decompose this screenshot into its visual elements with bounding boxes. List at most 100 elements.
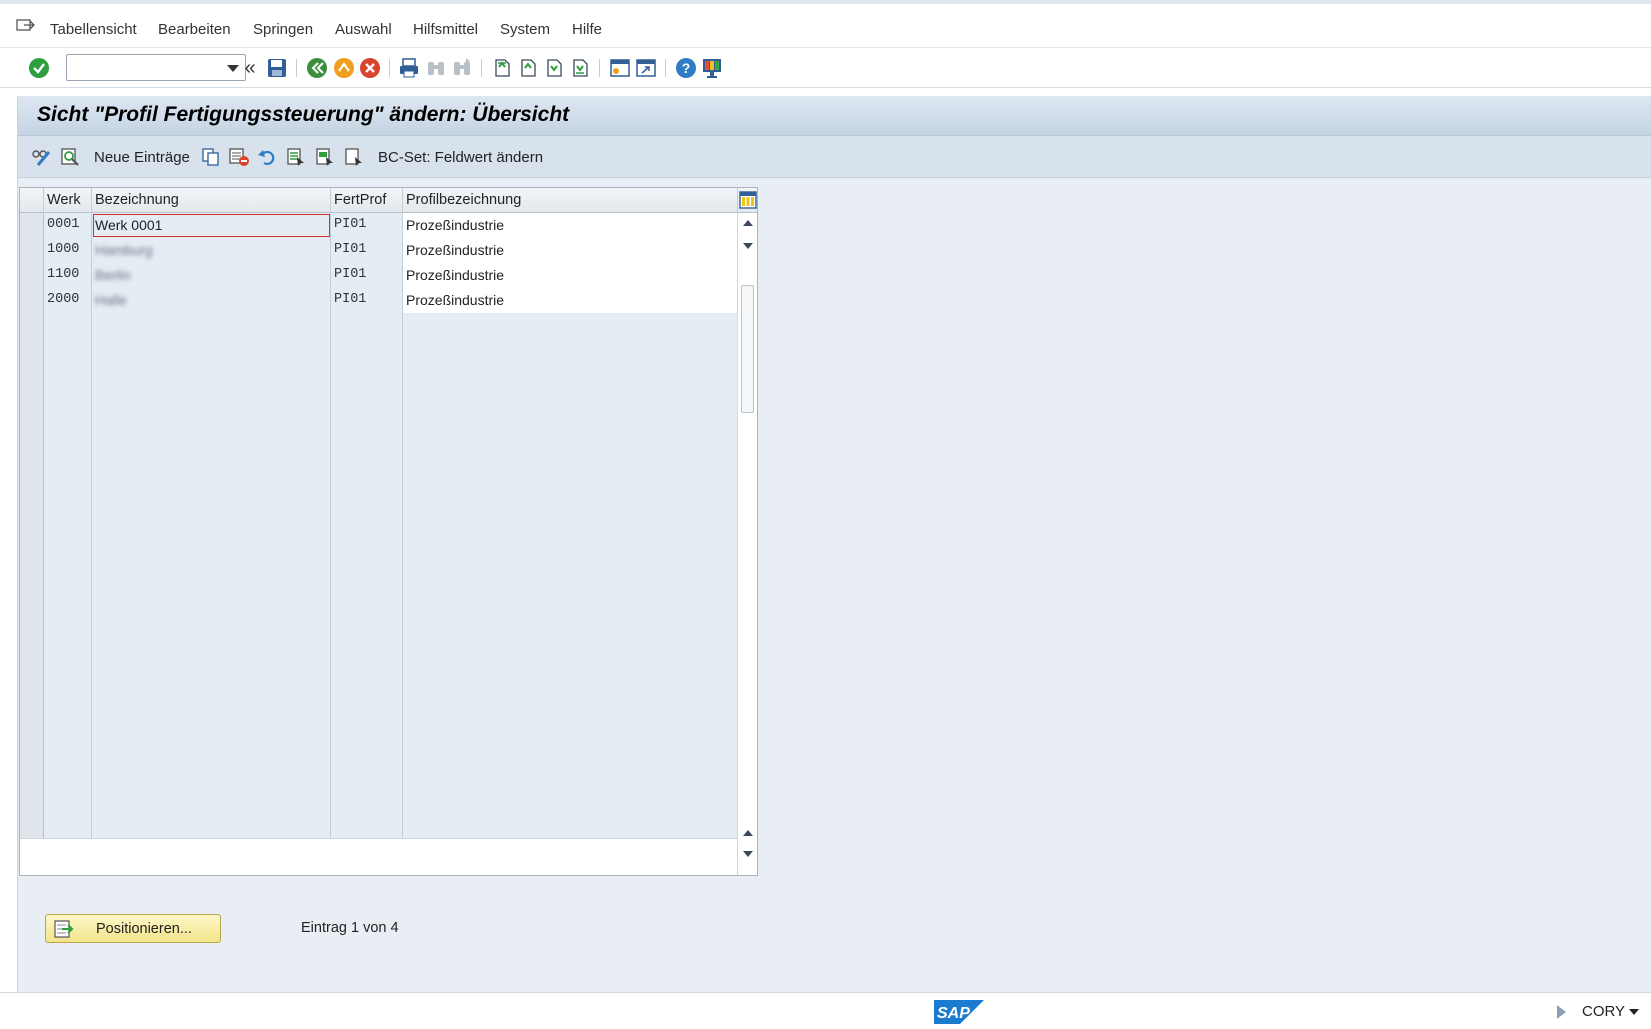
row-selector[interactable] bbox=[20, 513, 44, 539]
menu-tabellensicht[interactable]: Tabellensicht bbox=[50, 21, 137, 38]
system-name[interactable]: CORY bbox=[1582, 1003, 1625, 1020]
cell-bezeichnung[interactable] bbox=[92, 388, 331, 414]
menu-toggle-icon[interactable] bbox=[16, 18, 36, 34]
select-block-icon[interactable] bbox=[314, 146, 336, 168]
cell-fertprof[interactable] bbox=[331, 813, 403, 839]
cell-profilbezeichnung[interactable]: Prozeßindustrie bbox=[403, 288, 738, 314]
cell-fertprof[interactable] bbox=[331, 588, 403, 614]
cell-fertprof[interactable]: PI01 bbox=[331, 263, 403, 289]
cell-profilbezeichnung[interactable] bbox=[403, 438, 738, 464]
status-expand-icon[interactable] bbox=[1557, 1005, 1566, 1019]
cell-fertprof[interactable] bbox=[331, 713, 403, 739]
cell-bezeichnung[interactable] bbox=[92, 638, 331, 664]
cell-profilbezeichnung[interactable] bbox=[403, 688, 738, 714]
row-selector[interactable] bbox=[20, 338, 44, 364]
cell-fertprof[interactable] bbox=[331, 613, 403, 639]
row-selector[interactable] bbox=[20, 388, 44, 414]
new-entries-button[interactable]: Neue Einträge bbox=[94, 149, 190, 166]
table-row[interactable]: 0001 Werk 0001 PI01 Prozeßindustrie bbox=[20, 213, 738, 239]
row-selector[interactable] bbox=[20, 313, 44, 339]
cell-profilbezeichnung[interactable] bbox=[403, 313, 738, 339]
row-selector[interactable] bbox=[20, 688, 44, 714]
cell-profilbezeichnung[interactable] bbox=[403, 563, 738, 589]
cell-profilbezeichnung[interactable] bbox=[403, 463, 738, 489]
table-row[interactable]: 1000 Hamburg PI01 Prozeßindustrie bbox=[20, 238, 738, 264]
column-header-profilbezeichnung[interactable]: Profilbezeichnung bbox=[403, 188, 738, 213]
next-page-icon[interactable] bbox=[542, 56, 566, 80]
cell-bezeichnung[interactable] bbox=[92, 363, 331, 389]
cell-bezeichnung[interactable] bbox=[92, 463, 331, 489]
empty-table-row[interactable] bbox=[20, 538, 738, 564]
cell-profilbezeichnung[interactable] bbox=[403, 513, 738, 539]
menu-auswahl[interactable]: Auswahl bbox=[335, 21, 392, 38]
menu-bearbeiten[interactable]: Bearbeiten bbox=[158, 21, 231, 38]
menu-system[interactable]: System bbox=[500, 21, 550, 38]
bcset-change-field-value-button[interactable]: BC-Set: Feldwert ändern bbox=[378, 149, 543, 166]
cell-fertprof[interactable]: PI01 bbox=[331, 213, 403, 239]
row-selector[interactable] bbox=[20, 413, 44, 439]
shortcut-icon[interactable] bbox=[634, 56, 658, 80]
cell-profilbezeichnung[interactable] bbox=[403, 738, 738, 764]
cell-profilbezeichnung[interactable] bbox=[403, 388, 738, 414]
cell-fertprof[interactable] bbox=[331, 763, 403, 789]
system-dropdown-icon[interactable] bbox=[1629, 1009, 1639, 1015]
previous-page-icon[interactable] bbox=[516, 56, 540, 80]
double-chevron-left-icon[interactable]: « bbox=[238, 56, 262, 80]
empty-table-row[interactable] bbox=[20, 638, 738, 664]
row-selector[interactable] bbox=[20, 538, 44, 564]
cell-bezeichnung[interactable] bbox=[92, 588, 331, 614]
cell-profilbezeichnung[interactable]: Prozeßindustrie bbox=[403, 213, 738, 239]
cell-fertprof[interactable] bbox=[331, 388, 403, 414]
position-button[interactable]: Positionieren... bbox=[45, 914, 221, 943]
scroll-up-icon[interactable] bbox=[743, 220, 753, 226]
cell-profilbezeichnung[interactable]: Prozeßindustrie bbox=[403, 263, 738, 289]
cell-profilbezeichnung[interactable] bbox=[403, 413, 738, 439]
empty-table-row[interactable] bbox=[20, 463, 738, 489]
select-all-rows-header[interactable] bbox=[20, 188, 44, 213]
row-selector[interactable] bbox=[20, 788, 44, 814]
cell-fertprof[interactable] bbox=[331, 688, 403, 714]
cell-profilbezeichnung[interactable] bbox=[403, 713, 738, 739]
row-selector[interactable] bbox=[20, 263, 44, 289]
cancel-icon[interactable] bbox=[358, 56, 382, 80]
empty-table-row[interactable] bbox=[20, 738, 738, 764]
table-row[interactable]: 1100 Berlin PI01 Prozeßindustrie bbox=[20, 263, 738, 289]
empty-table-row[interactable] bbox=[20, 588, 738, 614]
cell-profilbezeichnung[interactable] bbox=[403, 363, 738, 389]
create-session-icon[interactable] bbox=[608, 56, 632, 80]
row-selector[interactable] bbox=[20, 713, 44, 739]
empty-table-row[interactable] bbox=[20, 388, 738, 414]
cell-fertprof[interactable] bbox=[331, 413, 403, 439]
empty-table-row[interactable] bbox=[20, 313, 738, 339]
empty-table-row[interactable] bbox=[20, 613, 738, 639]
cell-bezeichnung[interactable] bbox=[92, 563, 331, 589]
cell-profilbezeichnung[interactable] bbox=[403, 788, 738, 814]
row-selector[interactable] bbox=[20, 363, 44, 389]
undo-icon[interactable] bbox=[256, 146, 278, 168]
cell-bezeichnung[interactable] bbox=[92, 338, 331, 364]
cell-bezeichnung[interactable]: Hamburg bbox=[92, 238, 331, 264]
back-icon[interactable] bbox=[305, 56, 329, 80]
cell-bezeichnung[interactable] bbox=[92, 413, 331, 439]
menu-hilfsmittel[interactable]: Hilfsmittel bbox=[413, 21, 478, 38]
row-selector[interactable] bbox=[20, 438, 44, 464]
row-selector[interactable] bbox=[20, 738, 44, 764]
row-selector[interactable] bbox=[20, 238, 44, 264]
scrollbar-thumb[interactable] bbox=[741, 285, 754, 413]
cell-profilbezeichnung[interactable] bbox=[403, 813, 738, 839]
empty-table-row[interactable] bbox=[20, 713, 738, 739]
print-icon[interactable] bbox=[397, 56, 421, 80]
cell-profilbezeichnung[interactable] bbox=[403, 613, 738, 639]
cell-profilbezeichnung[interactable] bbox=[403, 338, 738, 364]
cell-fertprof[interactable] bbox=[331, 313, 403, 339]
select-all-icon[interactable] bbox=[285, 146, 307, 168]
last-page-icon[interactable] bbox=[568, 56, 592, 80]
table-vertical-scrollbar[interactable] bbox=[737, 213, 757, 875]
row-selector[interactable] bbox=[20, 488, 44, 514]
row-selector[interactable] bbox=[20, 813, 44, 839]
cell-fertprof[interactable] bbox=[331, 463, 403, 489]
cell-bezeichnung[interactable] bbox=[92, 438, 331, 464]
cell-bezeichnung[interactable] bbox=[92, 713, 331, 739]
cell-bezeichnung[interactable]: Halle bbox=[92, 288, 331, 314]
cell-fertprof[interactable] bbox=[331, 663, 403, 689]
